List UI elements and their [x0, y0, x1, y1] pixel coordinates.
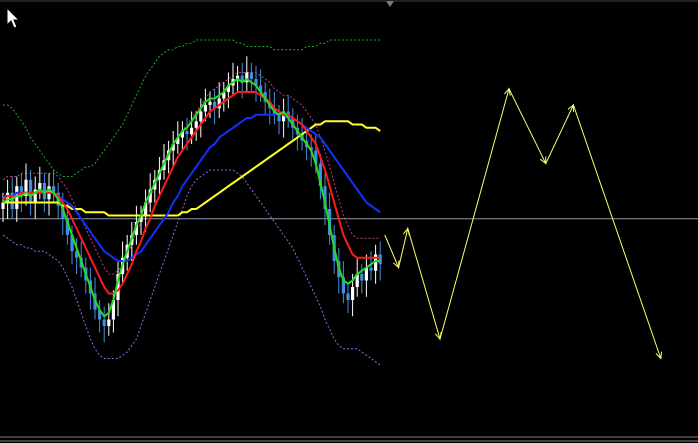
candle-body — [378, 254, 382, 265]
candle-body — [346, 293, 350, 300]
candle-body — [190, 127, 194, 135]
candle-body — [203, 105, 207, 112]
candle-body — [199, 111, 203, 122]
chart-background — [0, 0, 698, 443]
candle-body — [369, 267, 373, 271]
price-chart[interactable] — [0, 0, 698, 443]
candle-body — [185, 131, 189, 135]
candle-body — [107, 319, 111, 326]
candle-body — [360, 274, 364, 281]
candle-body — [29, 179, 33, 203]
candle-body — [194, 121, 198, 128]
candle-body — [249, 72, 253, 79]
candle-body — [351, 287, 355, 300]
candle-body — [208, 101, 212, 105]
chart-window[interactable] — [0, 0, 698, 443]
candle-body — [102, 319, 106, 326]
